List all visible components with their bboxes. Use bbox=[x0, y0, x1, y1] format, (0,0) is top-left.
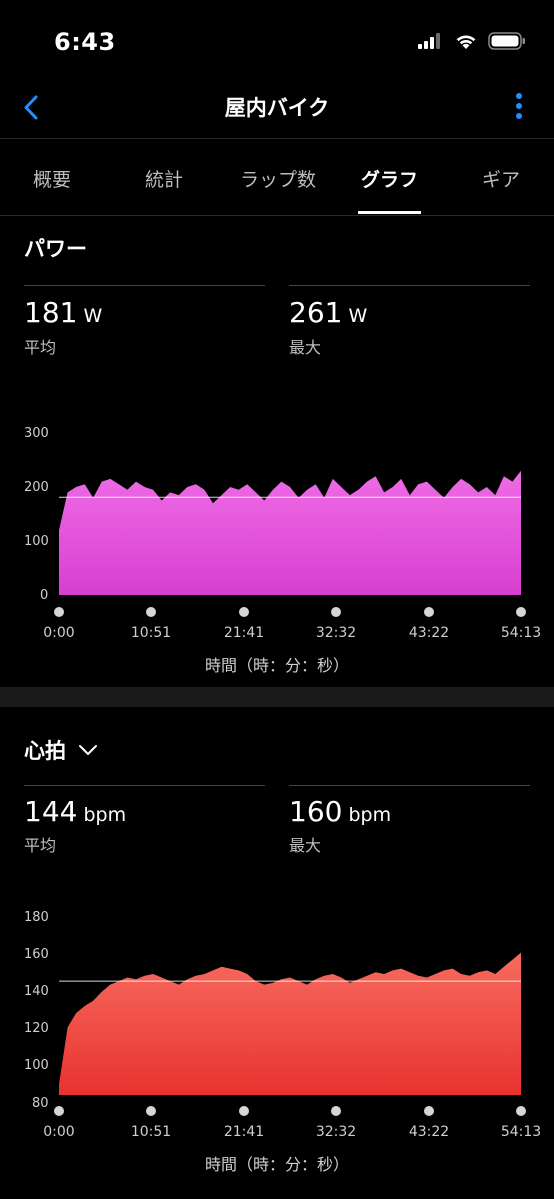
chart-area-series bbox=[59, 952, 521, 1095]
x-tick-label: 32:32 bbox=[315, 1124, 357, 1140]
x-tick-marker bbox=[424, 1106, 434, 1116]
x-tick-label: 10:51 bbox=[130, 1124, 172, 1140]
x-tick-marker bbox=[516, 1106, 526, 1116]
heart-rate-chart[interactable] bbox=[0, 0, 554, 1199]
x-tick-marker bbox=[146, 1106, 156, 1116]
x-tick-label: 43:22 bbox=[408, 1124, 450, 1140]
x-tick-label: 54:13 bbox=[500, 1124, 542, 1140]
x-tick-marker bbox=[54, 1106, 64, 1116]
x-tick-marker bbox=[239, 1106, 249, 1116]
x-tick-label: 21:41 bbox=[223, 1124, 265, 1140]
x-tick-marker bbox=[331, 1106, 341, 1116]
x-tick-label: 0:00 bbox=[43, 1124, 75, 1140]
x-axis-title: 時間（時：分：秒） bbox=[204, 1155, 349, 1174]
